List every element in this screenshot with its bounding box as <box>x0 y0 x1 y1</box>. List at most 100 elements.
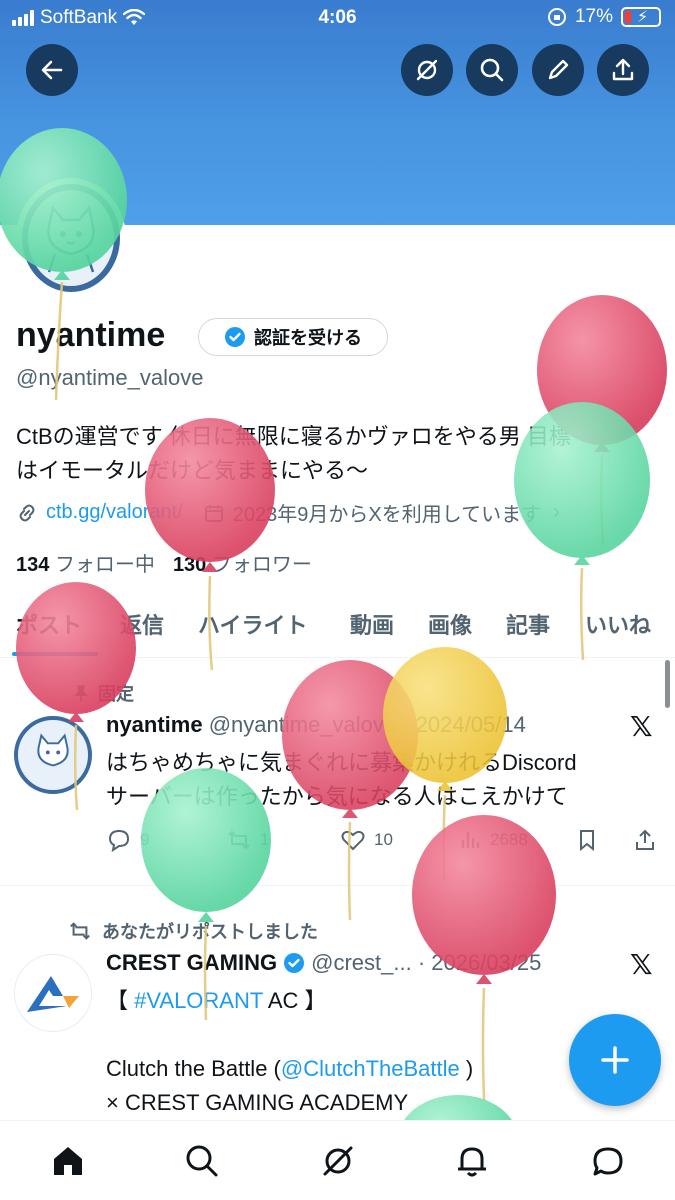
following-count: 134 <box>16 554 50 576</box>
compose-post-button[interactable] <box>569 1014 661 1106</box>
text-fragment: Clutch the Battle ( <box>106 1056 281 1081</box>
home-icon <box>54 1147 82 1175</box>
text-fragment: 【 <box>106 988 135 1013</box>
verified-badge-icon <box>225 327 245 347</box>
post-avatar[interactable] <box>14 716 92 794</box>
views-button[interactable]: 2688 <box>458 828 528 852</box>
reply-icon <box>108 829 130 852</box>
active-tab-indicator <box>12 652 98 656</box>
profile-tabs: ポスト 返信 ハイライト 動画 画像 記事 いいね <box>0 598 675 658</box>
nav-search[interactable] <box>180 1139 224 1183</box>
post-text-line: 【 #VALORANT AC 】 <box>106 984 473 1018</box>
profile-bio: CtBの運営です 休日に無限に寝るかヴァロをやる男 目標 はイモータルだけど気ま… <box>16 420 656 488</box>
back-button[interactable] <box>26 44 78 96</box>
search-button[interactable] <box>466 44 518 96</box>
pinned-indicator: 固定 <box>72 680 134 706</box>
repost-label: あなたがリポストしました <box>102 922 318 942</box>
profile-name: nyantime <box>16 316 166 354</box>
views-count: 2688 <box>490 830 528 849</box>
profile-meta: ctb.gg/valorant/ 2023年9月からXを利用しています › <box>16 498 560 527</box>
follow-stats: 134 フォロー中 130 フォロワー <box>16 548 312 577</box>
search-icon <box>480 58 504 82</box>
post-text-line: はちゃめちゃに気まぐれに募集かけれるDiscord <box>106 750 577 775</box>
tab-articles[interactable]: 記事 <box>506 608 550 640</box>
battery-icon: ⚡ <box>621 7 661 27</box>
bottom-navigation <box>0 1120 675 1200</box>
status-bar: SoftBank 4:06 17% ⚡ <box>0 0 675 36</box>
text-fragment: AC 】 <box>262 988 327 1013</box>
nav-grok[interactable] <box>316 1139 360 1183</box>
post-author[interactable]: nyantime <box>106 712 203 737</box>
followers-label: フォロワー <box>211 554 312 576</box>
grok-button[interactable] <box>401 44 453 96</box>
post-handle-date: @crest_... · 2026/03/25 <box>311 950 542 975</box>
nav-home[interactable] <box>46 1139 90 1183</box>
text-fragment: ) <box>459 1056 474 1081</box>
x-logo-icon: 𝕏 <box>630 949 653 980</box>
share-button[interactable] <box>597 44 649 96</box>
calendar-icon <box>204 504 223 522</box>
mention-link[interactable]: @ClutchTheBattle <box>281 1056 460 1081</box>
following-link[interactable]: 134 フォロー中 <box>16 548 155 577</box>
bell-icon <box>458 1147 486 1177</box>
arrow-left-icon <box>41 60 63 80</box>
cat-avatar-icon <box>37 733 69 767</box>
post-handle-date: @nyantime_valove · 2024/05/14 <box>208 712 526 737</box>
post-author[interactable]: CREST GAMING <box>106 950 277 976</box>
tab-photos[interactable]: 画像 <box>428 608 472 640</box>
bio-line: はイモータルだけど気ままにやる〜 <box>16 458 369 483</box>
repost-icon <box>70 922 90 940</box>
profile-avatar[interactable] <box>16 178 126 298</box>
repost-icon <box>228 830 250 850</box>
heart-icon <box>341 830 365 851</box>
post-text: はちゃめちゃに気まぐれに募集かけれるDiscord サーバーは作ったから気になる… <box>106 746 577 814</box>
x-logo-icon: 𝕏 <box>630 711 653 742</box>
battery-percent: 17% <box>574 6 613 27</box>
tab-highlights[interactable]: ハイライト <box>198 608 308 640</box>
plus-icon <box>601 1046 629 1074</box>
tab-replies[interactable]: 返信 <box>120 608 164 640</box>
nav-notifications[interactable] <box>450 1139 494 1183</box>
post-text-line: サーバーは作ったから気になる人はこえかけて <box>106 784 568 809</box>
reply-button[interactable]: 9 <box>106 828 149 852</box>
tab-likes[interactable]: いいね <box>585 608 651 640</box>
share-icon <box>636 829 654 850</box>
get-verified-button[interactable]: 認証を受ける <box>198 318 388 356</box>
pencil-icon <box>548 59 569 80</box>
followers-link[interactable]: 130 フォロワー <box>173 548 312 577</box>
post-header: CREST GAMING @crest_... · 2026/03/25 <box>106 950 541 976</box>
profile-link[interactable]: ctb.gg/valorant/ <box>46 501 183 524</box>
grok-icon <box>323 1146 353 1176</box>
tab-videos[interactable]: 動画 <box>350 608 394 640</box>
get-verified-label: 認証を受ける <box>254 328 362 348</box>
cat-avatar-icon <box>47 205 95 273</box>
post-avatar[interactable] <box>14 954 92 1032</box>
crest-logo-icon <box>27 976 79 1012</box>
pin-icon <box>74 685 88 701</box>
following-label: フォロー中 <box>54 554 155 576</box>
post-actions: 9 1 10 2688 <box>106 828 666 852</box>
bookmark-button[interactable] <box>576 828 598 852</box>
chat-bubble-icon <box>593 1147 623 1176</box>
repost-count: 1 <box>260 830 270 849</box>
bookmark-icon <box>580 830 594 852</box>
tab-posts[interactable]: ポスト <box>16 608 82 640</box>
like-count: 10 <box>374 830 393 849</box>
hashtag-link[interactable]: #VALORANT <box>134 988 263 1013</box>
profile-page: SoftBank 4:06 17% ⚡ nyantime 認証を受ける @nya… <box>0 0 675 1200</box>
post-text: 【 #VALORANT AC 】 Clutch the Battle (@Clu… <box>106 984 473 1120</box>
repost-button[interactable]: 1 <box>226 828 269 852</box>
post-text-line: Clutch the Battle (@ClutchTheBattle ) <box>106 1052 473 1086</box>
share-icon <box>612 58 634 81</box>
post-share-button[interactable] <box>634 828 656 852</box>
grok-icon <box>416 59 438 81</box>
edit-button[interactable] <box>532 44 584 96</box>
search-icon <box>186 1145 218 1177</box>
nav-messages[interactable] <box>586 1139 630 1183</box>
profile-handle: @nyantime_valove <box>16 365 204 390</box>
like-button[interactable]: 10 <box>340 828 393 852</box>
reposted-post[interactable]: あなたがリポストしました CREST GAMING @crest_... · 2… <box>0 886 675 1120</box>
chevron-right-icon[interactable]: › <box>553 501 560 524</box>
post-text-line: × CREST GAMING ACADEMY <box>106 1090 409 1115</box>
followers-count: 130 <box>172 554 207 576</box>
